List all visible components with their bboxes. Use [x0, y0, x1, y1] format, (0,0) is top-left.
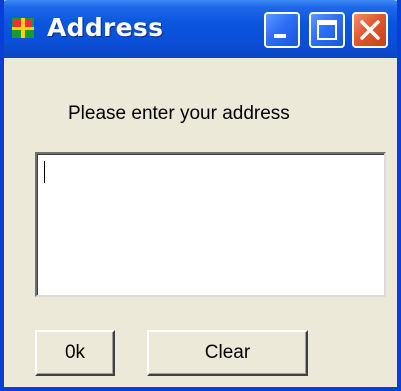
- address-input[interactable]: [35, 152, 386, 297]
- minimize-icon: [274, 34, 286, 38]
- maximize-button[interactable]: [309, 12, 345, 48]
- minimize-button[interactable]: [264, 12, 300, 48]
- app-icon: [11, 16, 35, 40]
- address-prompt-label: Please enter your address: [68, 103, 290, 124]
- address-dialog: Address Please enter your address 0k Cle…: [0, 0, 401, 391]
- ok-button[interactable]: 0k: [35, 330, 115, 376]
- title-bar[interactable]: Address: [4, 0, 397, 58]
- maximize-icon: [317, 20, 337, 40]
- window-title: Address: [47, 13, 164, 42]
- close-icon: [360, 20, 380, 40]
- text-caret: [44, 161, 45, 183]
- close-button[interactable]: [352, 12, 388, 48]
- clear-button[interactable]: Clear: [147, 330, 308, 376]
